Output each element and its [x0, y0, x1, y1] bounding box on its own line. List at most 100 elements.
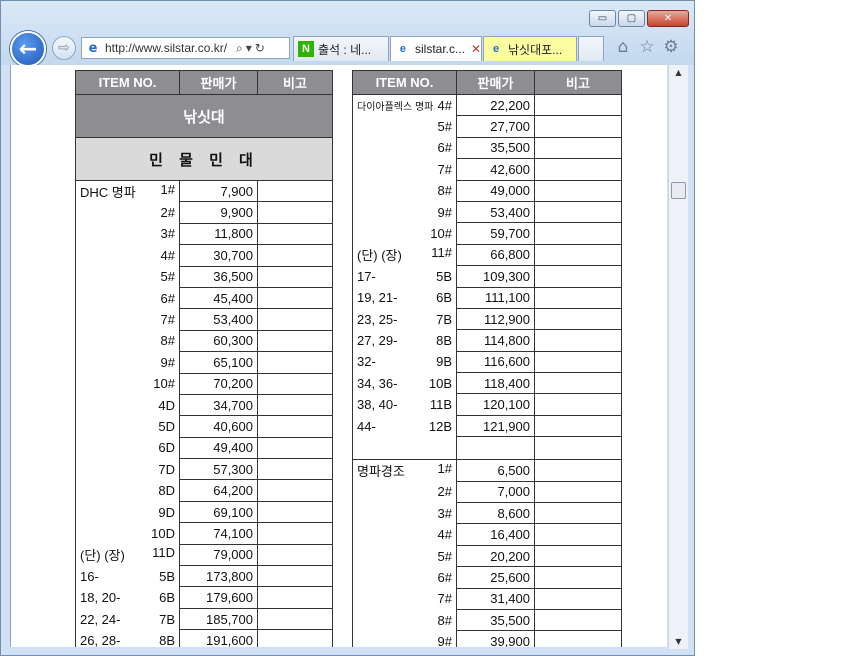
- table-row: 7# 53,400: [75, 308, 333, 331]
- item-cell: 2#: [352, 481, 457, 503]
- note-cell: [257, 607, 333, 631]
- item-code: 9#: [437, 204, 452, 220]
- table-row: 9# 65,100: [75, 351, 333, 374]
- price-cell: 6,500: [456, 459, 535, 482]
- item-cell: [352, 436, 457, 460]
- item-cell: 34, 36- 10B: [352, 372, 457, 394]
- table-row: DHC 명파 1# 7,900: [75, 179, 333, 203]
- scroll-down-arrow-icon[interactable]: ▼: [669, 634, 688, 649]
- price-cell: 49,400: [179, 436, 258, 460]
- table-row: 7D 57,300: [75, 458, 333, 481]
- price-cell: 35,500: [456, 608, 535, 632]
- chevron-down-icon[interactable]: ▾: [246, 41, 252, 55]
- item-cell: 9#: [352, 630, 457, 647]
- tab-fishing-rod[interactable]: e 낚싯대포...: [483, 36, 577, 61]
- price-cell: 30,700: [179, 244, 258, 267]
- home-icon[interactable]: ⌂: [613, 37, 633, 57]
- item-label: 26, 28-: [80, 632, 121, 647]
- item-code: 5D: [158, 418, 175, 434]
- table-row: 22, 24- 7B 185,700: [75, 607, 333, 631]
- price-cell: 7,000: [456, 480, 535, 504]
- note-cell: [534, 93, 622, 117]
- item-cell: 5#: [352, 115, 457, 138]
- scroll-up-arrow-icon[interactable]: ▲: [669, 65, 688, 80]
- item-cell: 3#: [352, 502, 457, 524]
- close-tab-icon[interactable]: ✕: [471, 42, 481, 56]
- note-cell: [534, 372, 622, 395]
- price-cell: 53,400: [456, 200, 535, 224]
- item-cell: 17- 5B: [352, 265, 457, 288]
- price-cell: 31,400: [456, 587, 535, 610]
- favorites-star-icon[interactable]: ☆: [637, 37, 657, 57]
- note-cell: [257, 372, 333, 395]
- address-bar[interactable]: e http://www.silstar.co.kr/ ⌕ ▾ ↻: [81, 37, 290, 59]
- table-row: 17- 5B 109,300: [352, 265, 622, 288]
- note-cell: [534, 286, 622, 309]
- page-content: ITEM NO. 판매가 비고 낚싯대 민 물 민 대 DHC 명파 1# 7,90…: [10, 65, 667, 647]
- item-code: 8#: [437, 612, 452, 628]
- item-code: 5#: [437, 119, 452, 135]
- price-cell: 191,600: [179, 629, 258, 647]
- price-cell: 118,400: [456, 372, 535, 395]
- item-cell: 5#: [352, 545, 457, 567]
- item-cell: 3#: [75, 223, 180, 245]
- price-cell: 60,300: [179, 329, 258, 353]
- ie-page-icon: e: [88, 40, 98, 56]
- item-label: 22, 24-: [80, 611, 121, 627]
- item-cell: 22, 24- 7B: [75, 608, 180, 630]
- table-row: 5# 36,500: [75, 265, 333, 288]
- gear-icon[interactable]: ⚙: [661, 37, 681, 57]
- item-code: 6B: [436, 290, 452, 306]
- left-price-table: ITEM NO. 판매가 비고 낚싯대 민 물 민 대 DHC 명파 1# 7,90…: [75, 70, 333, 647]
- maximize-button[interactable]: ▢: [618, 10, 645, 27]
- item-cell: 6#: [352, 137, 457, 159]
- naver-icon: N: [298, 41, 314, 57]
- item-label: 34, 36-: [357, 375, 398, 391]
- table-row: 2# 7,000: [352, 480, 622, 504]
- item-cell: 명파경조 1#: [352, 459, 457, 482]
- close-button[interactable]: ✕: [647, 10, 689, 27]
- note-cell: [534, 414, 622, 438]
- item-cell: 10D: [75, 522, 180, 545]
- forward-arrow-icon[interactable]: ⇨: [52, 36, 76, 60]
- note-cell: [257, 286, 333, 310]
- refresh-icon[interactable]: ↻: [255, 41, 265, 55]
- table-row: 44- 12B 121,900: [352, 414, 622, 438]
- price-cell: 35,500: [456, 136, 535, 160]
- price-cell: 114,800: [456, 329, 535, 352]
- new-tab-button[interactable]: [578, 36, 604, 61]
- back-arrow-icon[interactable]: ←: [10, 31, 46, 67]
- table-row: 3# 8,600: [352, 502, 622, 525]
- address-url[interactable]: http://www.silstar.co.kr/: [105, 41, 233, 55]
- search-icon[interactable]: ⌕: [236, 41, 243, 56]
- price-cell: 57,300: [179, 458, 258, 481]
- note-cell: [257, 308, 333, 331]
- note-cell: [257, 265, 333, 288]
- item-cell: DHC 명파 1#: [75, 180, 180, 202]
- item-cell: 23, 25- 7B: [352, 308, 457, 330]
- scroll-thumb[interactable]: [671, 182, 686, 199]
- tab-silstar[interactable]: e silstar.c... ✕: [390, 36, 482, 61]
- note-cell: [257, 565, 333, 588]
- price-cell: 74,100: [179, 522, 258, 545]
- item-label: DHC 명파: [80, 184, 136, 200]
- note-cell: [534, 350, 622, 374]
- price-cell: 49,000: [456, 179, 535, 202]
- note-cell: [257, 586, 333, 609]
- right-price-table: ITEM NO. 판매가 비고 다이아플렉스 명파 4# 22,200 5# 27,70…: [352, 70, 622, 647]
- minimize-button[interactable]: ▭: [589, 10, 616, 27]
- price-cell: 173,800: [179, 565, 258, 588]
- note-cell: [534, 179, 622, 202]
- item-code: 8#: [160, 333, 175, 349]
- tab-naver[interactable]: N 출석 : 네...: [293, 36, 389, 61]
- item-cell: 5#: [75, 266, 180, 288]
- note-cell: [257, 244, 333, 267]
- item-cell: 4D: [75, 394, 180, 416]
- price-cell: 11,800: [179, 222, 258, 246]
- table-row: 4# 30,700: [75, 244, 333, 267]
- note-cell: [534, 158, 622, 181]
- vertical-scrollbar[interactable]: ▲ ▼: [668, 65, 688, 649]
- note-cell: [534, 136, 622, 160]
- item-code: 8B: [159, 632, 175, 647]
- price-cell: 16,400: [456, 523, 535, 546]
